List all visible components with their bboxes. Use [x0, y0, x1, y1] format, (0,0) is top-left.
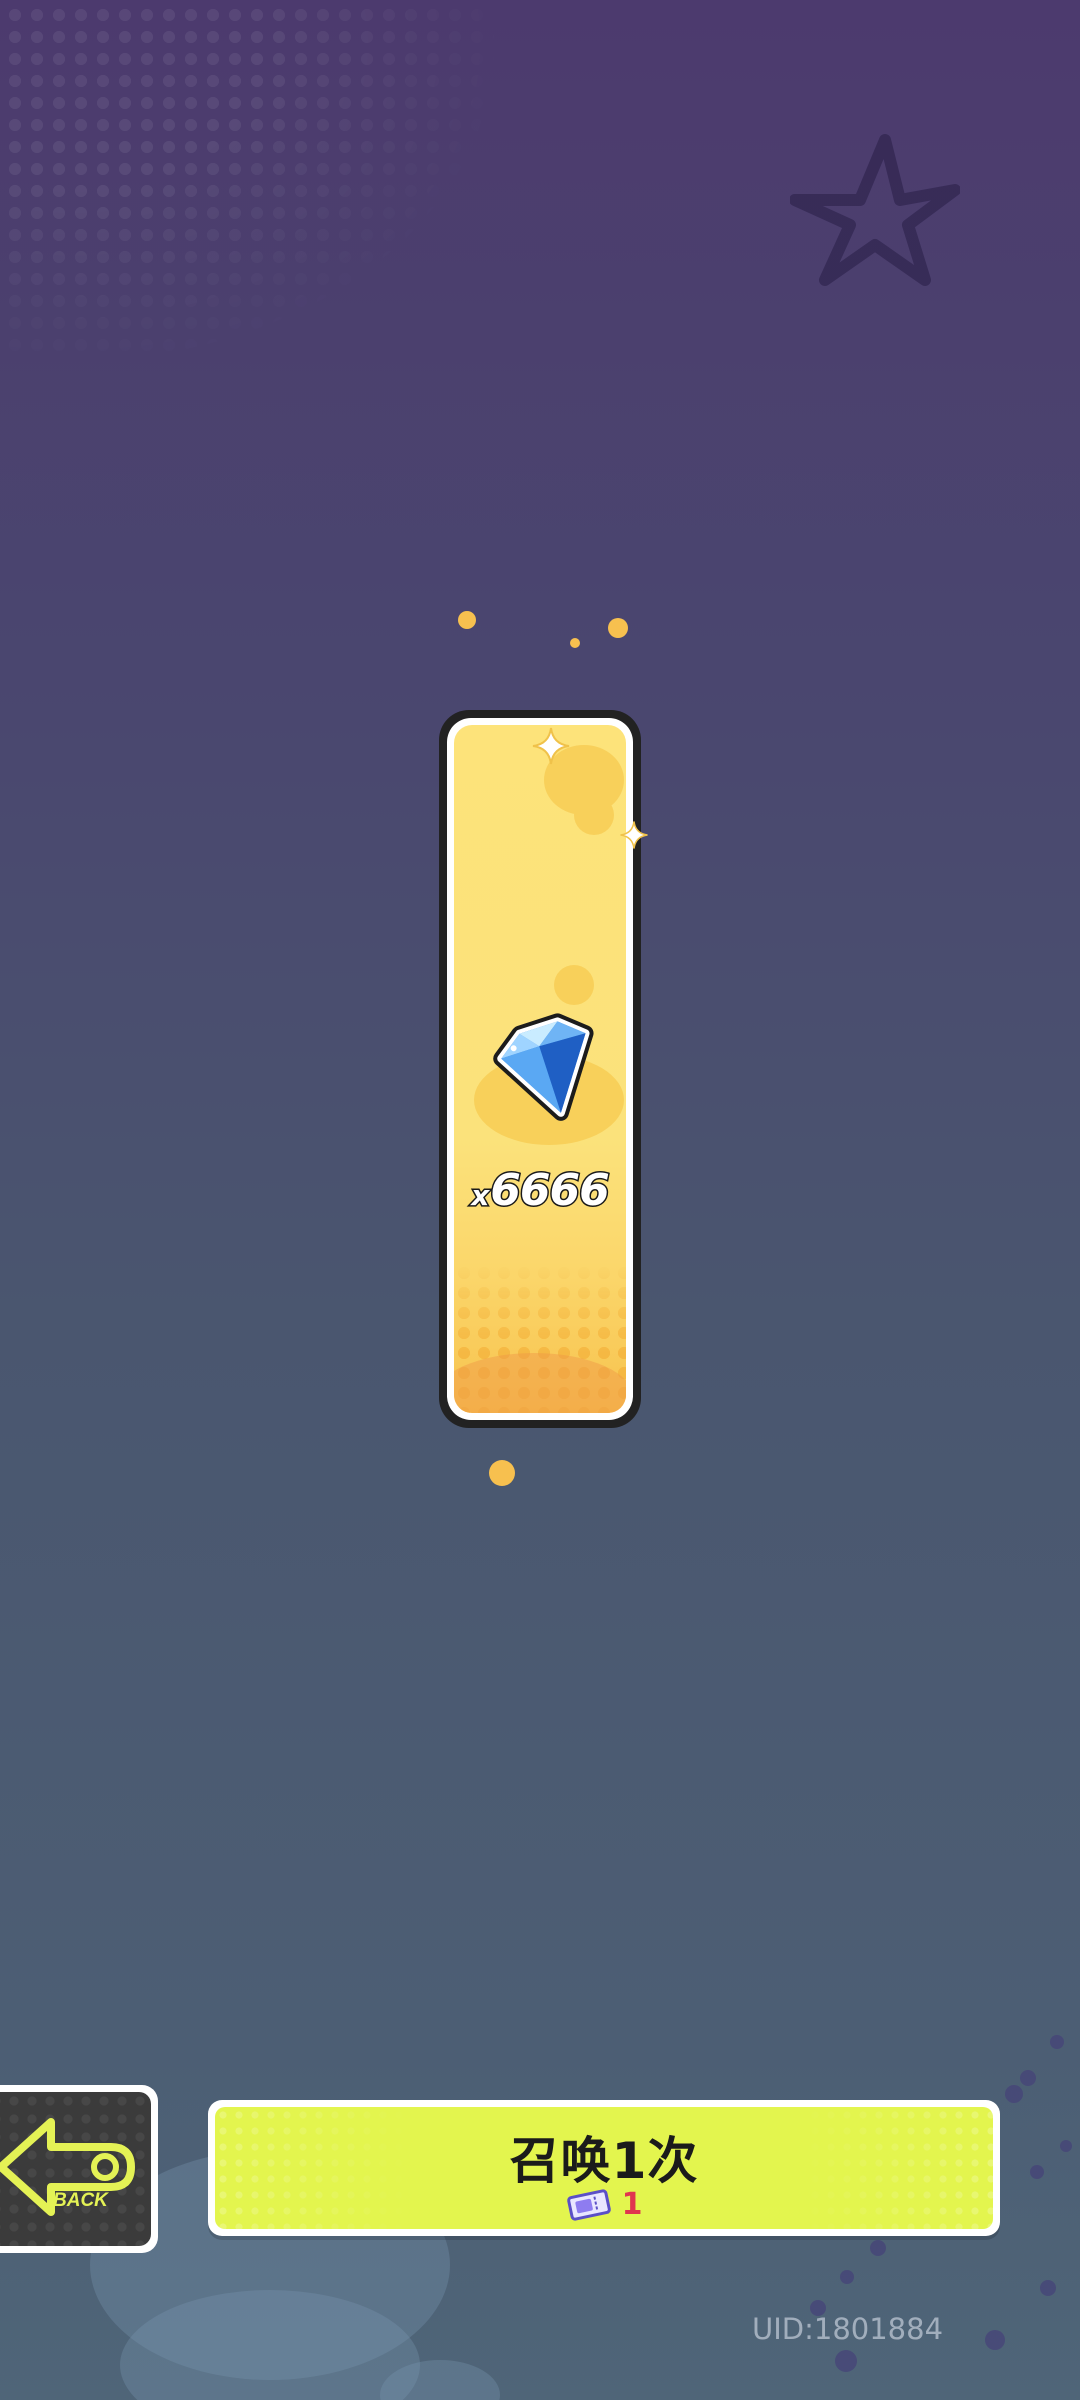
- dot-trail: [840, 2270, 854, 2284]
- amount-prefix: x: [470, 1178, 491, 1214]
- confetti-dot: [489, 1460, 515, 1486]
- reward-card-face: x6666: [454, 725, 626, 1413]
- dot-trail: [1050, 2035, 1064, 2049]
- confetti-dot: [570, 638, 580, 648]
- back-label: BACK: [53, 2190, 108, 2211]
- dot-trail: [1060, 2140, 1072, 2152]
- dot-trail: [870, 2240, 886, 2256]
- reward-amount: x6666: [454, 1164, 626, 1218]
- dot-trail: [1030, 2165, 1044, 2179]
- dot-trail: [835, 2350, 857, 2372]
- sparkle-icon: [532, 727, 570, 765]
- summon-result-screen: x6666 BACK 召唤1次 1 UID:1801884: [0, 0, 1080, 2400]
- amount-value: 6666: [489, 1164, 611, 1218]
- card-splat: [574, 795, 614, 835]
- dot-trail: [1020, 2070, 1036, 2086]
- summon-label: 召唤1次: [509, 2132, 699, 2190]
- dot-trail: [985, 2330, 1005, 2350]
- summon-button-face: 召唤1次 1: [215, 2107, 993, 2229]
- halftone-texture: [0, 0, 520, 380]
- confetti-dot: [608, 618, 628, 638]
- star-decoration-icon: [790, 134, 960, 286]
- dot-trail: [1005, 2085, 1023, 2103]
- summon-once-button[interactable]: 召唤1次 1: [208, 2100, 1000, 2236]
- summon-cost: 1: [215, 2187, 993, 2222]
- summon-cost-value: 1: [621, 2187, 643, 2222]
- dot-trail: [1040, 2280, 1056, 2296]
- blue-diamond-gem-icon: [493, 1013, 594, 1121]
- back-button[interactable]: BACK: [0, 2085, 158, 2253]
- sparkle-icon: [620, 821, 648, 849]
- back-button-face: BACK: [0, 2092, 151, 2246]
- summon-ticket-icon: [566, 2188, 611, 2221]
- card-splat: [554, 965, 594, 1005]
- uid-label: UID:1801884: [752, 2312, 944, 2346]
- confetti-dot: [458, 611, 476, 629]
- reward-card-border: x6666: [447, 718, 633, 1420]
- reward-card: x6666: [439, 710, 648, 1428]
